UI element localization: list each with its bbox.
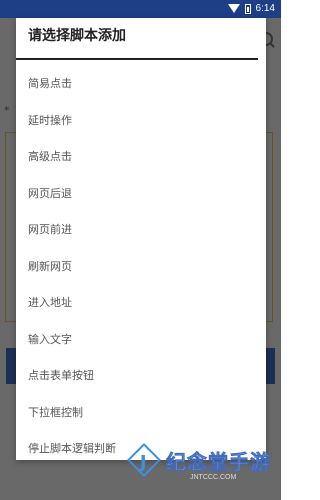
title-divider — [16, 58, 258, 60]
watermark-brand: 纪念堂手游 — [166, 450, 271, 475]
watermark: J 纪念堂手游 JNTCCC.COM — [127, 443, 278, 496]
wifi-icon — [227, 4, 240, 13]
option-dropdown-control[interactable]: 下拉框控制 — [16, 394, 266, 431]
watermark-logo-icon: J — [127, 443, 161, 477]
option-advanced-click[interactable]: 高级点击 — [16, 138, 266, 175]
option-refresh-page[interactable]: 刷新网页 — [16, 248, 266, 285]
script-option-list: 简易点击 延时操作 高级点击 网页后退 网页前进 刷新网页 进入地址 输入文字 … — [16, 65, 266, 467]
script-select-dialog: 请选择脚本添加 简易点击 延时操作 高级点击 网页后退 网页前进 刷新网页 进入… — [16, 18, 266, 460]
status-bar: 6:14 — [0, 0, 281, 18]
clock: 6:14 — [255, 3, 275, 14]
watermark-domain: JNTCCC.COM — [190, 474, 237, 481]
option-delay[interactable]: 延时操作 — [16, 102, 266, 139]
dialog-title: 请选择脚本添加 — [28, 28, 126, 44]
option-click-form-button[interactable]: 点击表单按钮 — [16, 357, 266, 394]
battery-icon — [244, 3, 251, 14]
option-page-back[interactable]: 网页后退 — [16, 175, 266, 212]
option-enter-url[interactable]: 进入地址 — [16, 284, 266, 321]
option-simple-click[interactable]: 简易点击 — [16, 65, 266, 102]
option-input-text[interactable]: 输入文字 — [16, 321, 266, 358]
option-page-forward[interactable]: 网页前进 — [16, 211, 266, 248]
